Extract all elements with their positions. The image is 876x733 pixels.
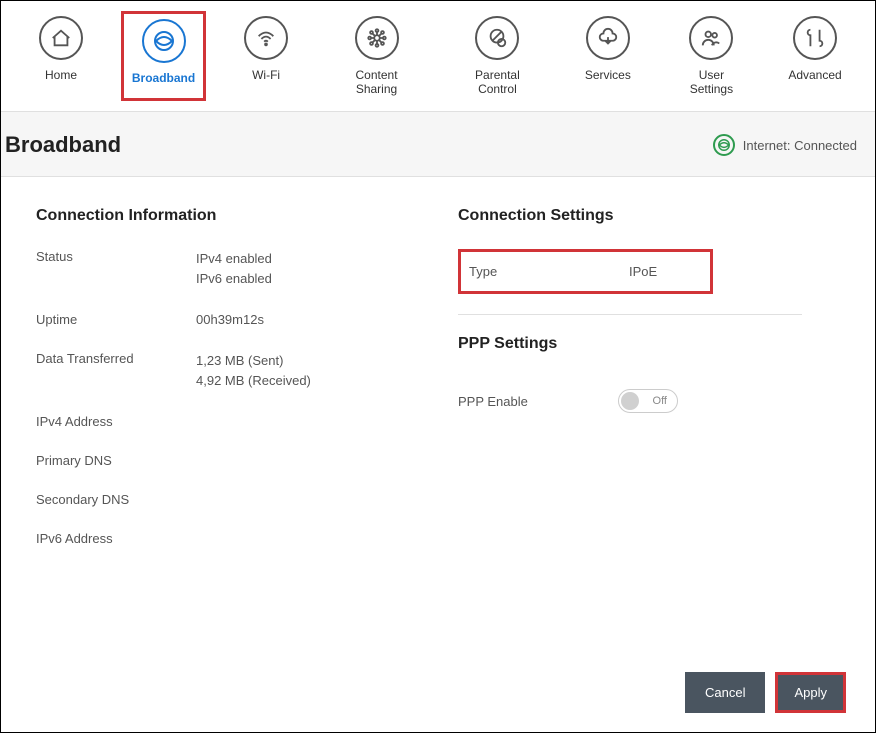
- parental-icon: [475, 16, 519, 60]
- primary-dns-label: Primary DNS: [36, 453, 196, 468]
- apply-button[interactable]: Apply: [778, 675, 843, 710]
- nav-label: Broadband: [132, 71, 195, 85]
- data-transferred-label: Data Transferred: [36, 351, 196, 390]
- nav-parental-control[interactable]: Parental Control: [447, 11, 548, 101]
- ipv6-row: IPv6 Address: [36, 531, 418, 546]
- nav-advanced[interactable]: Advanced: [775, 11, 855, 101]
- secondary-dns-label: Secondary DNS: [36, 492, 196, 507]
- cloud-icon: [586, 16, 630, 60]
- ppp-enable-row: PPP Enable Off: [458, 377, 840, 425]
- top-nav: Home Broadband Wi-Fi Content Sharing Par…: [1, 1, 875, 112]
- type-value[interactable]: IPoE: [629, 264, 657, 279]
- cancel-button[interactable]: Cancel: [685, 672, 765, 713]
- nav-label: Advanced: [788, 68, 841, 82]
- tools-icon: [793, 16, 837, 60]
- type-row: Type IPoE: [458, 249, 713, 294]
- nav-label: Services: [585, 68, 631, 82]
- home-icon: [39, 16, 83, 60]
- ppp-enable-label: PPP Enable: [458, 394, 618, 409]
- status-row: Status IPv4 enabled IPv6 enabled: [36, 249, 418, 288]
- users-icon: [689, 16, 733, 60]
- ipv4-row: IPv4 Address: [36, 414, 418, 429]
- nav-user-settings[interactable]: User Settings: [668, 11, 755, 101]
- ppp-settings-heading: PPP Settings: [458, 335, 840, 353]
- uptime-label: Uptime: [36, 312, 196, 327]
- nav-label: User Settings: [678, 68, 745, 96]
- secondary-dns-row: Secondary DNS: [36, 492, 418, 507]
- uptime-value: 00h39m12s: [196, 312, 264, 327]
- internet-status: Internet: Connected: [713, 134, 857, 156]
- nav-home[interactable]: Home: [21, 11, 101, 101]
- ppp-enable-toggle[interactable]: Off: [618, 389, 678, 413]
- nav-wifi[interactable]: Wi-Fi: [226, 11, 306, 101]
- nav-label: Parental Control: [457, 68, 538, 96]
- connection-info-heading: Connection Information: [36, 207, 418, 225]
- nav-content-sharing[interactable]: Content Sharing: [326, 11, 427, 101]
- nav-label: Home: [45, 68, 77, 82]
- data-transferred-value: 1,23 MB (Sent) 4,92 MB (Received): [196, 351, 311, 390]
- footer-buttons: Cancel Apply: [685, 672, 846, 713]
- status-text: Internet: Connected: [743, 138, 857, 153]
- page-header: Broadband Internet: Connected: [1, 112, 875, 177]
- nav-label: Content Sharing: [336, 68, 417, 96]
- primary-dns-row: Primary DNS: [36, 453, 418, 468]
- status-globe-icon: [713, 134, 735, 156]
- divider: [458, 314, 802, 315]
- right-column: Connection Settings Type IPoE PPP Settin…: [458, 207, 840, 570]
- main-content: Connection Information Status IPv4 enabl…: [1, 177, 875, 600]
- data-transferred-row: Data Transferred 1,23 MB (Sent) 4,92 MB …: [36, 351, 418, 390]
- status-value: IPv4 enabled IPv6 enabled: [196, 249, 272, 288]
- ipv6-label: IPv6 Address: [36, 531, 196, 546]
- ipv4-label: IPv4 Address: [36, 414, 196, 429]
- toggle-state-label: Off: [653, 395, 667, 407]
- status-label: Status: [36, 249, 196, 288]
- type-label: Type: [469, 264, 629, 279]
- toggle-knob: [621, 392, 639, 410]
- network-icon: [355, 16, 399, 60]
- uptime-row: Uptime 00h39m12s: [36, 312, 418, 327]
- globe-icon: [142, 19, 186, 63]
- wifi-icon: [244, 16, 288, 60]
- nav-broadband[interactable]: Broadband: [121, 11, 206, 101]
- nav-label: Wi-Fi: [252, 68, 280, 82]
- connection-settings-heading: Connection Settings: [458, 207, 840, 225]
- connection-info-section: Connection Information Status IPv4 enabl…: [36, 207, 418, 570]
- page-title: Broadband: [5, 132, 121, 158]
- apply-button-highlight: Apply: [775, 672, 846, 713]
- nav-services[interactable]: Services: [568, 11, 648, 101]
